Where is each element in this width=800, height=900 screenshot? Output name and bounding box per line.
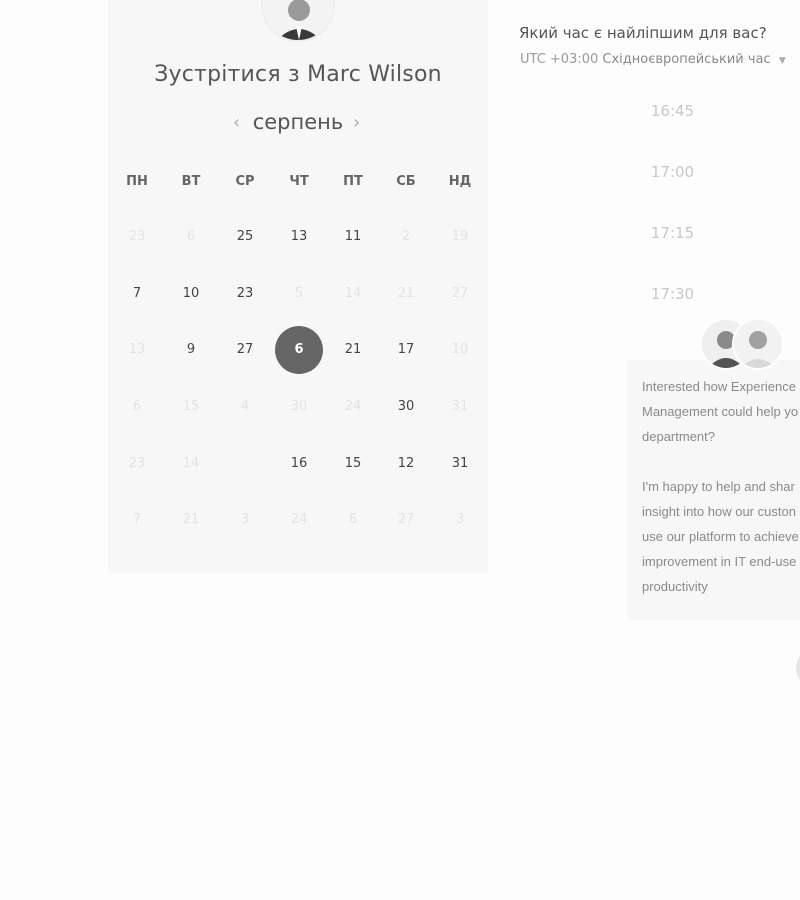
time-slot[interactable]: 17:00: [545, 163, 800, 181]
chat-line: Management could help yo: [642, 404, 799, 419]
calendar-day[interactable]: 16: [277, 442, 321, 486]
calendar-day[interactable]: 23: [223, 272, 267, 316]
time-question: Який час є найліпшим для вас?: [519, 24, 767, 42]
weekday-label: ПТ: [343, 174, 363, 189]
calendar-day: 21: [182, 512, 200, 527]
calendar-day: 3: [455, 512, 465, 527]
calendar-day: 7: [132, 512, 142, 527]
calendar-day: 13: [128, 342, 146, 357]
calendar-day: 5: [294, 286, 304, 301]
calendar-day: 10: [451, 342, 469, 357]
calendar-day[interactable]: 31: [438, 442, 482, 486]
chat-line: insight into how our custon: [642, 504, 796, 519]
meeting-title: Зустрітися з Marc Wilson: [154, 62, 442, 87]
month-label: серпень: [252, 110, 344, 134]
calendar-day[interactable]: 17: [384, 328, 428, 372]
calendar-day: 27: [451, 286, 469, 301]
weekday-label: СБ: [396, 174, 416, 189]
calendar-day[interactable]: 21: [331, 328, 375, 372]
calendar-day: 24: [344, 399, 362, 414]
timezone-selector[interactable]: UTC +03:00 Східноєвропейський час ▼: [520, 52, 786, 67]
chevron-left-icon[interactable]: ‹: [233, 112, 240, 133]
timezone-name: Східноєвропейський час: [602, 52, 771, 67]
calendar-day[interactable]: 11: [331, 215, 375, 259]
calendar-day: 23: [128, 229, 146, 244]
calendar-day: [223, 442, 267, 486]
chat-line: department?: [642, 429, 715, 444]
chevron-right-icon[interactable]: ›: [353, 112, 360, 133]
chat-line: productivity: [642, 579, 708, 594]
calendar-day[interactable]: 7: [115, 272, 159, 316]
calendar-day: 6: [132, 399, 142, 414]
calendar-day: 15: [182, 399, 200, 414]
chat-line: [642, 449, 800, 474]
weekday-label: ПН: [126, 174, 148, 189]
calendar-day[interactable]: 30: [384, 385, 428, 429]
calendar-day: 19: [451, 229, 469, 244]
calendar-day: 6: [348, 512, 358, 527]
calendar-day[interactable]: 9: [169, 328, 213, 372]
calendar-day: 31: [451, 399, 469, 414]
calendar-day-selected[interactable]: 6: [275, 326, 323, 374]
calendar-day: 30: [290, 399, 308, 414]
month-navigation: ‹ серпень ›: [108, 110, 488, 134]
chat-message: Interested how Experience Management coul…: [642, 374, 800, 599]
calendar-day: 6: [186, 229, 196, 244]
calendar-day[interactable]: 15: [331, 442, 375, 486]
calendar-day: 23: [128, 456, 146, 471]
calendar-day: 21: [397, 286, 415, 301]
chat-line: use our platform to achieve: [642, 529, 799, 544]
weekday-label: ВТ: [181, 174, 201, 189]
calendar-day: 2: [401, 229, 411, 244]
time-slot[interactable]: 17:30: [545, 285, 800, 303]
person-avatar-icon: [732, 318, 784, 370]
calendar-day[interactable]: 25: [223, 215, 267, 259]
chat-line: Interested how Experience: [642, 379, 796, 394]
calendar-day[interactable]: 12: [384, 442, 428, 486]
calendar-day[interactable]: 27: [223, 328, 267, 372]
calendar-day[interactable]: 10: [169, 272, 213, 316]
time-slot[interactable]: 16:45: [545, 102, 800, 120]
calendar-day: 3: [240, 512, 250, 527]
weekday-label: СР: [235, 174, 255, 189]
time-slot[interactable]: 17:15: [545, 224, 800, 242]
chat-line: I'm happy to help and shar: [642, 479, 795, 494]
caret-down-icon: ▼: [778, 56, 786, 66]
calendar-day[interactable]: 13: [277, 215, 321, 259]
calendar-day: 27: [397, 512, 415, 527]
weekday-label: ЧТ: [289, 174, 309, 189]
weekday-label: НД: [448, 174, 472, 189]
calendar-day: 4: [240, 399, 250, 414]
calendar-day: 14: [182, 456, 200, 471]
chat-line: improvement in IT end-use: [642, 554, 797, 569]
calendar-day: 24: [290, 512, 308, 527]
calendar-day: 14: [344, 286, 362, 301]
timezone-offset: UTC +03:00: [520, 52, 599, 67]
chat-avatars: [700, 318, 784, 370]
